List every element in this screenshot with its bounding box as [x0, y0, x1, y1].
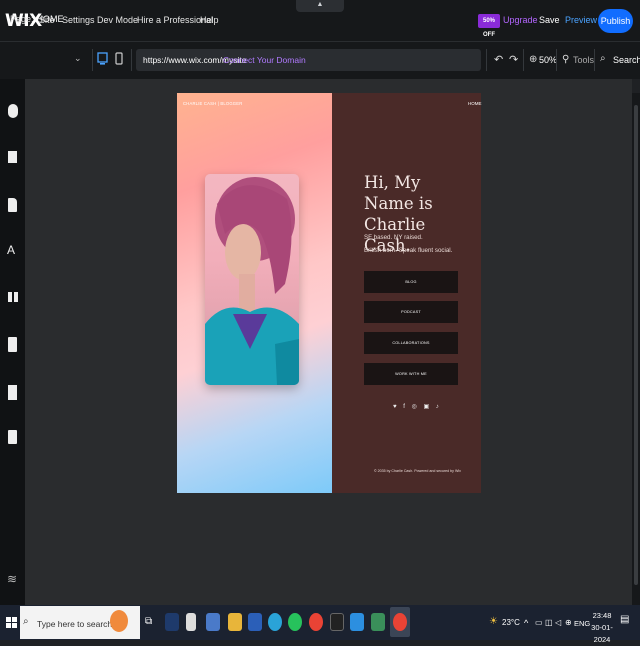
chrome-icon-active[interactable] — [393, 613, 407, 631]
weather-temp[interactable]: 23°C — [502, 618, 520, 627]
photoshop-icon[interactable] — [165, 613, 179, 631]
blog-button[interactable]: BLOG — [364, 271, 458, 293]
portrait-image — [205, 177, 299, 385]
page-selector[interactable]: Page: HOME — [10, 14, 64, 24]
work-with-me-button[interactable]: WORK WITH ME — [364, 363, 458, 385]
divider — [92, 49, 93, 71]
connect-domain-link[interactable]: Connect Your Domain — [223, 55, 306, 65]
tools-icon[interactable]: ⚲ — [562, 54, 569, 65]
file-explorer-icon[interactable] — [228, 613, 242, 631]
mobile-view-icon[interactable] — [115, 52, 124, 66]
apps-icon[interactable] — [8, 292, 18, 302]
scrollbar-thumb[interactable] — [634, 105, 638, 585]
preview-button[interactable]: Preview — [565, 15, 597, 25]
clock-time: 23:48 — [592, 611, 612, 620]
site-preview[interactable] — [177, 93, 481, 493]
profile-photo[interactable] — [205, 174, 299, 385]
menu-help[interactable]: Help — [200, 15, 219, 25]
zoom-level[interactable]: 50% — [539, 55, 557, 65]
podcast-button[interactable]: PODCAST — [364, 301, 458, 323]
social-icons[interactable]: ♥ f ◎ ▣ ♪ — [393, 403, 441, 410]
task-view-icon[interactable]: ⧉ — [145, 616, 152, 627]
volume-icon[interactable]: ◁ — [555, 618, 561, 627]
vscode-icon[interactable] — [350, 613, 364, 631]
collapse-toggle[interactable]: ▲ — [296, 0, 344, 12]
divider — [556, 49, 557, 71]
divider — [594, 49, 595, 71]
divider — [486, 49, 487, 71]
language-indicator[interactable]: ENG — [574, 619, 590, 628]
add-section-icon[interactable] — [8, 151, 17, 163]
taskbar-clock[interactable]: 23:48 30-01-2024 — [589, 610, 615, 646]
app-icon-2[interactable] — [371, 613, 385, 631]
add-elements-icon[interactable] — [8, 104, 18, 118]
language-icon[interactable]: ⊕ — [565, 618, 572, 627]
publish-button[interactable]: Publish — [598, 9, 633, 33]
redo-icon[interactable]: ↷ — [509, 53, 518, 66]
chrome-icon[interactable] — [309, 613, 323, 631]
network-icon[interactable]: ◫ — [545, 618, 553, 627]
discount-badge[interactable]: 50% OFF — [478, 14, 500, 38]
clock-date: 30-01-2024 — [591, 623, 613, 644]
edge-icon[interactable] — [268, 613, 282, 631]
weather-icon[interactable]: ☀ — [489, 616, 498, 627]
taskbar-search-input[interactable]: Type here to search — [37, 619, 112, 629]
menu-settings[interactable]: Settings — [62, 15, 95, 25]
undo-icon[interactable]: ↶ — [494, 53, 503, 66]
chevron-up-icon: ▲ — [316, 1, 324, 8]
chevron-down-icon[interactable]: ⌄ — [74, 53, 82, 64]
design-icon[interactable]: A — [7, 243, 15, 257]
divider — [131, 49, 132, 71]
business-icon[interactable] — [8, 337, 17, 352]
whatsapp-icon[interactable] — [288, 613, 302, 631]
search-button[interactable]: Search — [613, 55, 640, 65]
desktop-view-icon[interactable] — [97, 52, 109, 66]
collaborations-button[interactable]: COLLABORATIONS — [364, 332, 458, 354]
media-icon[interactable] — [8, 385, 17, 400]
hero-sub-line-1[interactable]: SF based. NY raised. — [364, 233, 474, 243]
menu-dev-mode[interactable]: Dev Mode — [97, 15, 138, 25]
pages-icon[interactable] — [8, 198, 17, 212]
page-value: HOME — [36, 14, 64, 24]
notification-icon[interactable]: ▤ — [620, 614, 629, 625]
battery-icon[interactable]: ▭ — [535, 618, 543, 627]
hero-headline[interactable]: Hi, My Name is Charlie Cash. — [364, 172, 474, 256]
terminal-icon[interactable] — [330, 613, 344, 631]
page-label: Page: — [10, 14, 34, 24]
save-button[interactable]: Save — [539, 15, 560, 25]
notepad-icon[interactable] — [186, 613, 196, 631]
app-icon[interactable] — [206, 613, 220, 631]
divider — [523, 49, 524, 71]
search-icon: ⌕ — [23, 616, 29, 627]
site-nav-home[interactable]: HOME — [468, 101, 482, 106]
layers-icon[interactable]: ≋ — [7, 572, 17, 586]
site-brand[interactable]: CHARLIE CASH | BLOGGER — [183, 101, 242, 106]
site-footer[interactable]: © 2035 by Charlie Cash. Powered and secu… — [374, 469, 461, 473]
tools-button[interactable]: Tools — [573, 55, 594, 65]
zoom-icon[interactable]: ⊕ — [529, 54, 537, 65]
windows-start-icon[interactable] — [6, 617, 17, 628]
canvas-scrollbar[interactable] — [632, 93, 640, 605]
hero-right-panel[interactable] — [332, 93, 481, 493]
search-highlight-icon[interactable] — [110, 610, 128, 632]
chevron-up-icon[interactable]: ^ — [524, 618, 528, 628]
word-icon[interactable] — [248, 613, 262, 631]
search-icon[interactable]: ⌕ — [600, 53, 606, 64]
cms-icon[interactable] — [8, 430, 17, 444]
upgrade-link[interactable]: Upgrade — [503, 15, 538, 25]
hero-sub-line-2[interactable]: British born. Speak fluent social. — [364, 246, 474, 256]
